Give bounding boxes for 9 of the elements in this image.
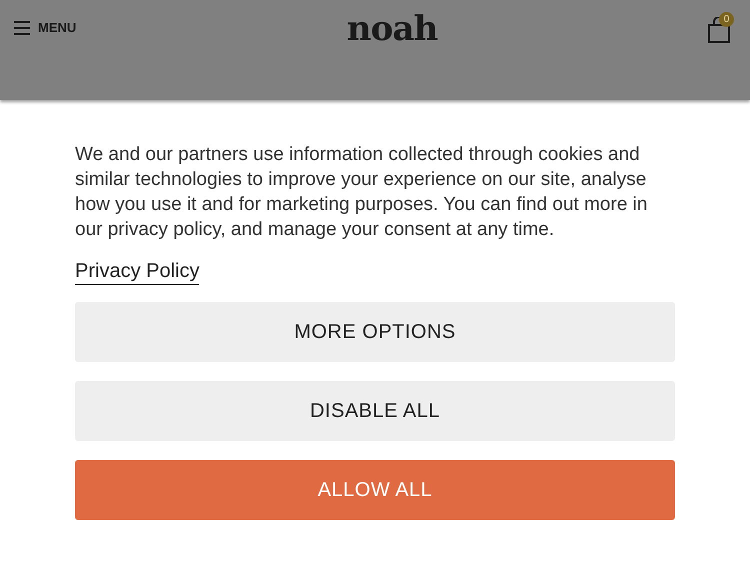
consent-button[interactable]: DISABLE ALL	[75, 381, 675, 441]
consent-text: We and our partners use information collected through cookies and similar technologies to improve your experience on our site, analyse how you use it and for marketing purposes. You can find out more in our privacy policy, and manage your consent at any time.	[75, 143, 648, 242]
logo[interactable]: noah	[346, 12, 438, 46]
privacy-policy-link[interactable]: Privacy Policy	[75, 258, 200, 285]
menu-icon	[14, 21, 30, 35]
cart-count-badge: 0	[719, 12, 734, 27]
shopping-bag-icon[interactable]	[708, 17, 730, 43]
consent-button[interactable]: MORE OPTIONS	[75, 302, 675, 362]
menu-button[interactable]: MENU	[14, 14, 76, 42]
